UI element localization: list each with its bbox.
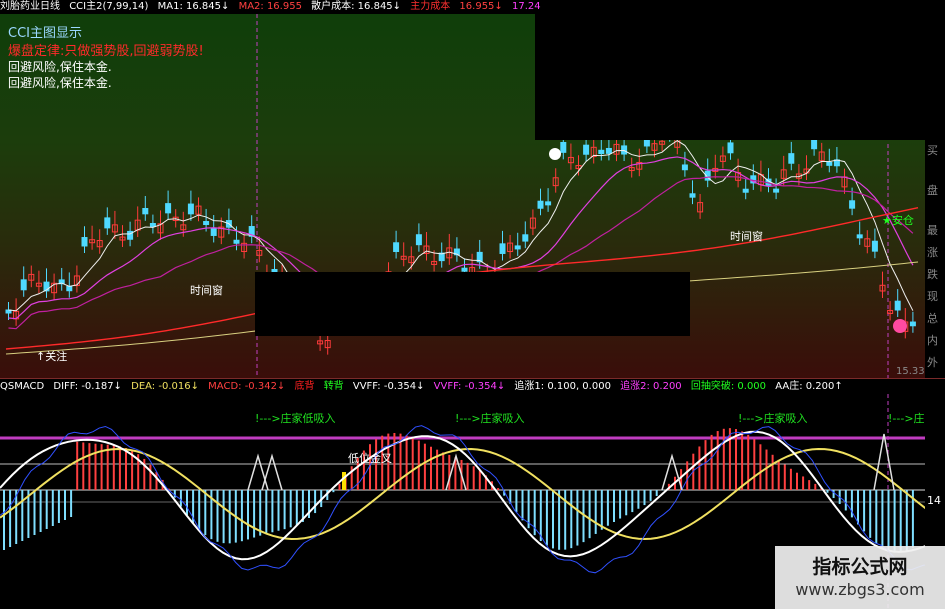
smiley-icon-pink [893, 319, 907, 333]
right-info-column: 买 盘 最 涨 跌 现 总 内 外 [925, 14, 945, 378]
main-chart-header: 刘胎药业日线 CCI主2(7,99,14) MA1: 16.845↓ MA2: … [0, 0, 945, 14]
time-window-label-1: 时间窗 [190, 284, 223, 297]
trading-rule-text: 爆盘定律:只做强势股,回避弱势股! [8, 44, 204, 59]
candle-body [104, 217, 111, 229]
smiley-icon [549, 148, 561, 160]
main-cost-label: 主力成本 [410, 1, 451, 12]
diff-value: DIFF: -0.187↓ [53, 381, 122, 392]
candle-body [461, 267, 468, 272]
candle-body [66, 285, 73, 292]
stock-title: 刘胎药业日线 [0, 1, 60, 12]
site-watermark: 指标公式网 www.zbgs3.com [775, 546, 945, 609]
safe-position-label: ★安仓 [882, 214, 914, 227]
candlestick-panel[interactable]: CCI主图显示 爆盘定律:只做强势股,回避弱势股! 回避风险,保住本金. 回避风… [0, 14, 925, 378]
watermark-title: 指标公式网 [812, 556, 908, 578]
enter-label-2: !--->庄家吸入 [455, 412, 525, 425]
candle-body [811, 138, 818, 150]
candle-body [415, 234, 422, 246]
candle-body [142, 208, 149, 215]
candle-body [393, 242, 400, 253]
ma-value-red: MA2: 16.955 [238, 1, 302, 12]
candle-body [727, 142, 734, 154]
candle-body [621, 145, 628, 155]
candle-body [894, 300, 901, 311]
enter-label-3: !--->庄家吸入 [738, 412, 808, 425]
main-cost-value: 16.955↓ [459, 1, 503, 12]
candle-body [165, 203, 172, 214]
redaction-box-middle [255, 272, 690, 336]
golden-cross-label: 低位金叉 [348, 452, 392, 465]
ma1-label: MA1: 16.845↓ [157, 1, 230, 12]
enter-label-4: !--->庄家 [888, 412, 925, 425]
macd-header: QSMACD DIFF: -0.187↓ DEA: -0.016↓ MACD: … [0, 379, 945, 394]
breakthrough-value: 回抽突破: 0.000 [690, 381, 767, 392]
candle-body [689, 193, 696, 198]
focus-label: ↑关注 [36, 350, 68, 363]
candle-body [203, 221, 210, 226]
cci-indicator-label[interactable]: CCI主2(7,99,14) [69, 1, 148, 12]
signal-spike [261, 453, 283, 491]
macd-yellow-marker [342, 472, 346, 490]
aa-value: AA庄: 0.200↑ [775, 381, 843, 392]
low-price-label: 15.33 [896, 366, 925, 377]
cci-title: CCI主图显示 [8, 26, 82, 41]
stock-chart-window: 刘胎药业日线 CCI主2(7,99,14) MA1: 16.845↓ MA2: … [0, 0, 945, 609]
chase-value-2: 追涨2: 0.200 [620, 381, 682, 392]
extra-value: 17.24 [511, 1, 541, 12]
candle-body [514, 245, 521, 250]
watermark-url: www.zbgs3.com [795, 580, 925, 599]
candle-body [583, 144, 590, 155]
candle-body [187, 203, 194, 215]
candle-body [826, 161, 833, 166]
macd-value: MACD: -0.342↓ [208, 381, 286, 392]
dea-value: DEA: -0.016↓ [131, 381, 199, 392]
candle-body [788, 153, 795, 164]
candle-body [742, 188, 749, 193]
candle-body [856, 234, 863, 239]
candle-body [545, 201, 552, 206]
bottom-divergence-label: 底背 [294, 381, 315, 392]
risk-text-2: 回避风险,保住本金. [8, 76, 112, 90]
time-window-label-2: 时间窗 [730, 230, 763, 243]
candle-body [560, 142, 567, 153]
risk-text-1: 回避风险,保住本金. [8, 60, 112, 74]
candle-body [233, 239, 240, 244]
redaction-box-top [535, 14, 925, 140]
signal-spike [247, 453, 269, 491]
macd-name[interactable]: QSMACD [0, 381, 44, 392]
candle-body [522, 234, 529, 242]
enter-label-1: !--->庄家低吸入 [255, 412, 336, 425]
candle-body [909, 321, 916, 327]
candle-body [537, 200, 544, 209]
candle-body [605, 147, 612, 154]
vvff-value: VVFF: -0.354↓ [352, 381, 425, 392]
retail-cost-label: 散户成本: 16.845↓ [311, 1, 402, 12]
candle-body [20, 279, 27, 291]
candle-body [210, 228, 217, 236]
vvff-value-2: VVFF: -0.354↓ [433, 381, 506, 392]
candle-body [871, 240, 878, 252]
candle-body [81, 237, 88, 247]
candle-body [773, 188, 780, 193]
chase-value-1: 追涨1: 0.100, 0.000 [514, 381, 611, 392]
candle-body [849, 200, 856, 209]
candle-body [499, 243, 506, 254]
turn-label: 转背 [323, 381, 344, 392]
candle-body [681, 164, 688, 171]
candle-body [598, 149, 605, 155]
candle-body [149, 222, 156, 227]
